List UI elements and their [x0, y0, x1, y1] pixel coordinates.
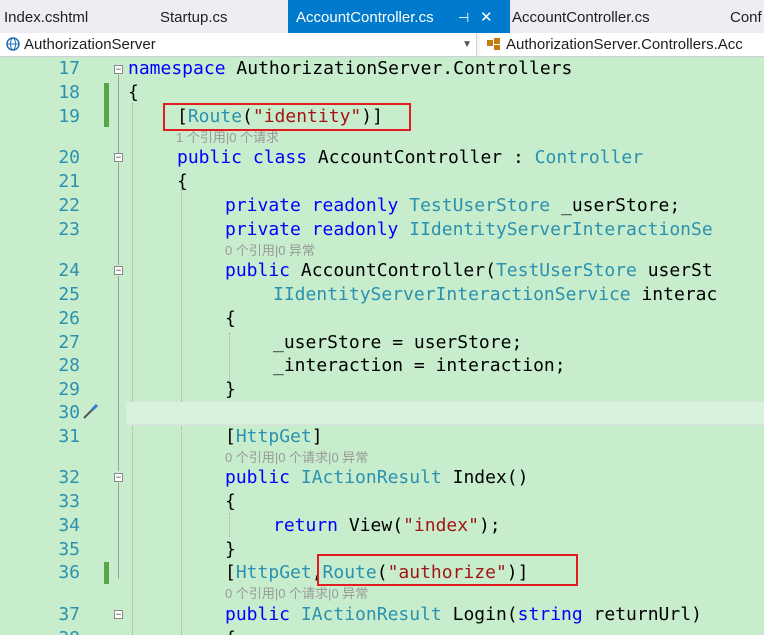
fold-line [118, 483, 119, 579]
collapse-icon[interactable]: − [114, 153, 123, 163]
code-line[interactable]: } [225, 538, 236, 562]
tab-label: Startup.cs [160, 9, 228, 26]
code-line[interactable]: return View("index"); [273, 514, 501, 538]
line-number: 19 [58, 106, 80, 127]
line-number: 34 [58, 515, 80, 536]
line-number: 38 [0, 627, 80, 635]
collapse-icon[interactable]: − [114, 610, 123, 620]
line-number: 26 [58, 308, 80, 329]
code-line[interactable]: private readonly TestUserStore _userStor… [225, 194, 680, 218]
tab-label: AccountController.cs [296, 9, 434, 26]
tab-index-cshtml[interactable]: Index.cshtml [4, 0, 88, 33]
indent-guide [229, 333, 230, 381]
class-name: AuthorizationServer.Controllers.Acc [506, 36, 743, 53]
document-tab-bar: Index.cshtml Startup.cs AccountControlle… [0, 0, 764, 33]
close-icon[interactable]: ✕ [480, 0, 493, 36]
tab-startup-cs[interactable]: Startup.cs [160, 0, 228, 33]
line-number: 30 [58, 402, 80, 423]
line-number: 17 [58, 58, 80, 79]
fold-line [118, 163, 119, 265]
line-number: 29 [58, 379, 80, 400]
line-number: 20 [58, 147, 80, 168]
tab-account-controller-active[interactable]: AccountController.cs ⊣ ✕ [288, 0, 510, 33]
class-dropdown[interactable]: AuthorizationServer.Controllers.Acc [480, 33, 764, 56]
indent-guide [132, 103, 133, 635]
line-number: 37 [58, 604, 80, 625]
project-dropdown[interactable]: AuthorizationServer ▼ [0, 33, 477, 56]
collapse-icon[interactable]: − [114, 473, 123, 483]
annotation-box-route-authorize [317, 554, 578, 586]
current-line-highlight [126, 401, 764, 425]
code-line[interactable]: } [225, 378, 236, 402]
code-line[interactable]: [HttpGet] [225, 425, 323, 449]
tab-label: AccountController.cs [512, 9, 650, 26]
code-line[interactable]: private readonly IIdentityServerInteract… [225, 218, 713, 242]
chevron-down-icon: ▼ [462, 39, 472, 50]
tab-conf-overflow[interactable]: Conf [730, 0, 762, 33]
navigation-bar: AuthorizationServer ▼ AuthorizationServe… [0, 33, 764, 57]
codelens-references[interactable]: 1 个引用|0 个请求 [176, 130, 279, 146]
line-number: 25 [58, 284, 80, 305]
line-number: 31 [58, 426, 80, 447]
code-line[interactable]: { [225, 307, 236, 331]
change-marker [104, 562, 109, 584]
codelens-references[interactable]: 0 个引用|0 异常 [225, 243, 315, 259]
code-line[interactable]: public class AccountController : Control… [177, 146, 643, 170]
line-number: 24 [58, 260, 80, 281]
code-line[interactable]: public IActionResult Login(string return… [225, 603, 702, 627]
code-line[interactable]: IIdentityServerInteractionService intera… [273, 283, 717, 307]
codelens-references[interactable]: 0 个引用|0 个请求|0 异常 [225, 450, 368, 466]
indent-guide [229, 513, 230, 537]
tab-label: Conf [730, 9, 762, 26]
line-number: 35 [58, 539, 80, 560]
collapse-icon[interactable]: − [114, 266, 123, 276]
line-number: 21 [58, 171, 80, 192]
quick-actions-brush-icon[interactable] [82, 404, 100, 420]
annotation-box-route-identity [163, 103, 411, 131]
code-line[interactable]: { [128, 81, 139, 105]
change-marker [104, 83, 109, 127]
line-number: 28 [58, 355, 80, 376]
project-name: AuthorizationServer [24, 36, 156, 53]
class-icon [487, 38, 500, 51]
line-number: 33 [58, 491, 80, 512]
code-line[interactable]: public AccountController(TestUserStore u… [225, 259, 713, 283]
code-line[interactable]: { [225, 627, 236, 635]
code-line[interactable]: _userStore = userStore; [273, 331, 522, 355]
code-editor[interactable]: − − − − − 17 18 19 20 21 22 23 24 25 26 … [0, 57, 764, 635]
fold-line [118, 75, 119, 155]
collapse-icon[interactable]: − [114, 65, 123, 75]
fold-line [118, 276, 119, 391]
line-number: 23 [58, 219, 80, 240]
codelens-references[interactable]: 0 个引用|0 个请求|0 异常 [225, 586, 368, 602]
code-line[interactable]: { [225, 490, 236, 514]
tab-label: Index.cshtml [4, 9, 89, 26]
pin-icon[interactable]: ⊣ [458, 0, 469, 36]
code-line[interactable]: { [177, 170, 188, 194]
tab-account-controller[interactable]: AccountController.cs [512, 0, 650, 33]
line-number: 36 [58, 562, 80, 583]
line-number: 32 [58, 467, 80, 488]
fold-line [118, 391, 119, 471]
code-line[interactable]: _interaction = interaction; [273, 354, 566, 378]
line-number: 18 [58, 82, 80, 103]
globe-icon [6, 37, 20, 51]
line-number: 22 [58, 195, 80, 216]
code-line[interactable]: namespace AuthorizationServer.Controller… [128, 57, 572, 81]
line-number: 27 [58, 332, 80, 353]
code-line[interactable]: public IActionResult Index() [225, 466, 528, 490]
